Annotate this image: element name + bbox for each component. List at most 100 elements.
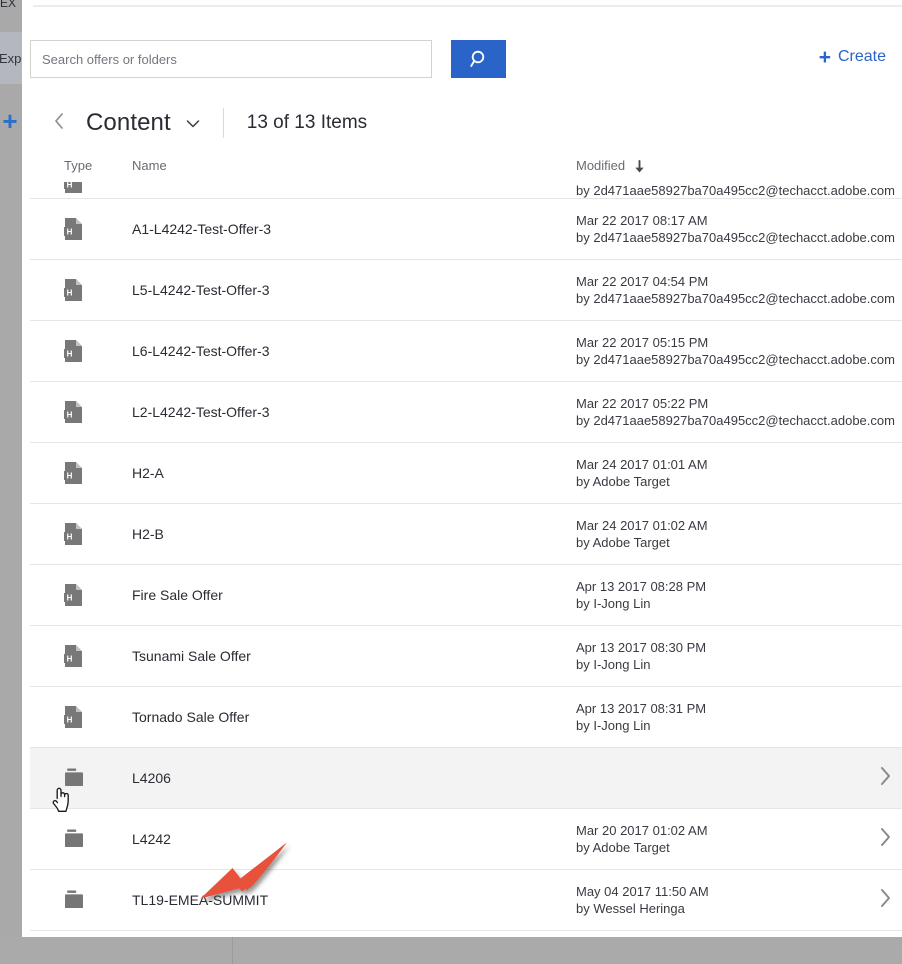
search-input[interactable] xyxy=(30,40,432,78)
column-header-modified-label: Modified xyxy=(576,158,626,173)
row-modified: Mar 24 2017 01:01 AM by Adobe Target xyxy=(576,456,708,490)
row-modified-date: Mar 24 2017 01:02 AM xyxy=(576,518,708,533)
row-name[interactable]: H2-A xyxy=(132,465,164,481)
row-modified-date: May 04 2017 11:50 AM xyxy=(576,884,709,899)
row-modified-date: Mar 20 2017 01:02 AM xyxy=(576,823,708,838)
html-file-icon: H xyxy=(64,339,83,363)
svg-text:H: H xyxy=(67,289,73,298)
row-open-folder-button[interactable] xyxy=(872,887,898,913)
breadcrumb-dropdown-button[interactable] xyxy=(185,116,201,134)
content-panel: + Create Content xyxy=(22,0,902,937)
svg-text:H: H xyxy=(67,716,73,725)
chevron-down-icon xyxy=(185,116,201,134)
svg-text:H: H xyxy=(67,533,73,542)
arrow-down-icon xyxy=(634,160,645,173)
row-open-folder-button[interactable] xyxy=(872,826,898,852)
row-name[interactable]: L2-L4242-Test-Offer-3 xyxy=(132,404,269,420)
rail-add-button[interactable]: + xyxy=(0,108,22,134)
row-modified-date: Apr 13 2017 08:28 PM xyxy=(576,579,707,594)
table-row[interactable]: L4242 Mar 20 2017 01:02 AM by Adobe Target xyxy=(30,809,902,870)
breadcrumb-title[interactable]: Content xyxy=(86,109,171,137)
html-file-icon: H xyxy=(64,583,83,607)
row-modified-by: by I-Jong Lin xyxy=(576,596,651,611)
row-modified: by 2d471aae58927ba70a495cc2@techacct.ado… xyxy=(576,182,895,198)
rail-item-experiences-label[interactable]: Exp xyxy=(0,51,21,66)
row-type-icon: H xyxy=(64,399,88,425)
chevron-right-icon xyxy=(878,887,893,914)
svg-text:H: H xyxy=(67,228,73,237)
row-name[interactable]: A1-L4242-Test-Offer-3 xyxy=(132,221,271,237)
chevron-right-icon xyxy=(878,826,893,853)
row-modified: Mar 20 2017 01:02 AM by Adobe Target xyxy=(576,822,708,856)
row-modified-date: Mar 22 2017 08:17 AM xyxy=(576,213,708,228)
row-name[interactable]: L6-L4242-Test-Offer-3 xyxy=(132,343,269,359)
row-type-icon: H xyxy=(64,460,88,486)
item-list[interactable]: H by 2d471aae58927ba70a495cc2@techacct.a… xyxy=(30,182,902,937)
search-button[interactable] xyxy=(451,40,506,78)
svg-text:H: H xyxy=(67,182,73,190)
item-count-label: 13 of 13 Items xyxy=(246,112,368,133)
row-type-icon: H xyxy=(64,643,88,669)
column-header-name[interactable]: Name xyxy=(132,158,167,173)
table-row[interactable]: L4206 xyxy=(30,748,902,809)
row-modified: Mar 24 2017 01:02 AM by Adobe Target xyxy=(576,517,708,551)
row-modified-date: Mar 24 2017 01:01 AM xyxy=(576,457,708,472)
row-modified-by: by Adobe Target xyxy=(576,474,670,489)
svg-text:H: H xyxy=(67,655,73,664)
row-name[interactable]: Tornado Sale Offer xyxy=(132,709,249,725)
row-name[interactable]: Fire Sale Offer xyxy=(132,587,223,603)
rail-label-top: EX xyxy=(0,0,17,10)
bottom-bar xyxy=(0,937,902,964)
svg-text:H: H xyxy=(67,411,73,420)
svg-text:H: H xyxy=(67,594,73,603)
row-type-icon: H xyxy=(64,277,88,303)
row-modified: May 04 2017 11:50 AM by Wessel Heringa xyxy=(576,883,709,917)
table-row[interactable]: H Tsunami Sale Offer Apr 13 2017 08:30 PM… xyxy=(30,626,902,687)
row-modified-by: by I-Jong Lin xyxy=(576,657,651,672)
row-name[interactable]: Tsunami Sale Offer xyxy=(132,648,251,664)
row-name[interactable]: TL19-EMEA-SUMMIT xyxy=(132,892,268,908)
row-type-icon: H xyxy=(64,704,88,730)
table-row[interactable]: H H2-B Mar 24 2017 01:02 AM by Adobe Targe… xyxy=(30,504,902,565)
row-modified: Apr 13 2017 08:28 PM by I-Jong Lin xyxy=(576,578,706,612)
row-name[interactable]: L4242 xyxy=(132,831,171,847)
row-modified-date: Mar 22 2017 04:54 PM xyxy=(576,274,709,289)
table-row[interactable]: H A1-L4242-Test-Offer-3 Mar 22 2017 08:17… xyxy=(30,199,902,260)
table-row[interactable]: H L6-L4242-Test-Offer-3 Mar 22 2017 05:15… xyxy=(30,321,902,382)
column-header-modified[interactable]: Modified xyxy=(576,158,645,173)
row-modified: Mar 22 2017 04:54 PM by 2d471aae58927ba70… xyxy=(576,273,895,307)
chevron-left-icon xyxy=(53,111,66,136)
html-file-icon: H xyxy=(64,182,83,194)
table-header: Type Name Modified xyxy=(30,158,902,180)
row-open-folder-button[interactable] xyxy=(872,765,898,791)
table-row[interactable]: H L2-L4242-Test-Offer-3 Mar 22 2017 05:22… xyxy=(30,382,902,443)
plus-icon: + xyxy=(818,46,831,69)
folder-icon xyxy=(64,890,86,911)
breadcrumb-divider xyxy=(222,108,224,138)
table-row[interactable]: H by 2d471aae58927ba70a495cc2@techacct.a… xyxy=(30,182,902,199)
row-modified: Mar 22 2017 08:17 AM by 2d471aae58927ba70… xyxy=(576,212,895,246)
html-file-icon: H xyxy=(64,217,83,241)
offers-content-browser: EX Exp + + Create xyxy=(0,0,902,964)
row-modified-date: Mar 22 2017 05:15 PM xyxy=(576,335,709,350)
table-row[interactable]: H L5-L4242-Test-Offer-3 Mar 22 2017 04:54… xyxy=(30,260,902,321)
table-row[interactable]: H Fire Sale Offer Apr 13 2017 08:28 PM by … xyxy=(30,565,902,626)
row-name[interactable]: L5-L4242-Test-Offer-3 xyxy=(132,282,269,298)
html-file-icon: H xyxy=(64,644,83,668)
html-file-icon: H xyxy=(64,400,83,424)
table-row[interactable]: H Tornado Sale Offer Apr 13 2017 08:31 PM… xyxy=(30,687,902,748)
row-modified-by: by 2d471aae58927ba70a495cc2@techacct.ado… xyxy=(576,352,895,367)
column-header-type[interactable]: Type xyxy=(64,158,92,173)
table-row[interactable]: TL19-EMEA-SUMMIT May 04 2017 11:50 AM by W… xyxy=(30,870,902,931)
table-row[interactable]: H H2-A Mar 24 2017 01:01 AM by Adobe Targe… xyxy=(30,443,902,504)
row-name[interactable]: L4206 xyxy=(132,770,171,786)
row-modified-by: by 2d471aae58927ba70a495cc2@techacct.ado… xyxy=(576,291,895,306)
html-file-icon: H xyxy=(64,278,83,302)
row-modified-by: by 2d471aae58927ba70a495cc2@techacct.ado… xyxy=(576,183,895,198)
row-type-icon xyxy=(64,887,88,913)
html-file-icon: H xyxy=(64,461,83,485)
create-button[interactable]: + Create xyxy=(817,46,888,68)
back-button[interactable] xyxy=(46,108,72,138)
row-type-icon: H xyxy=(64,338,88,364)
row-name[interactable]: H2-B xyxy=(132,526,164,542)
